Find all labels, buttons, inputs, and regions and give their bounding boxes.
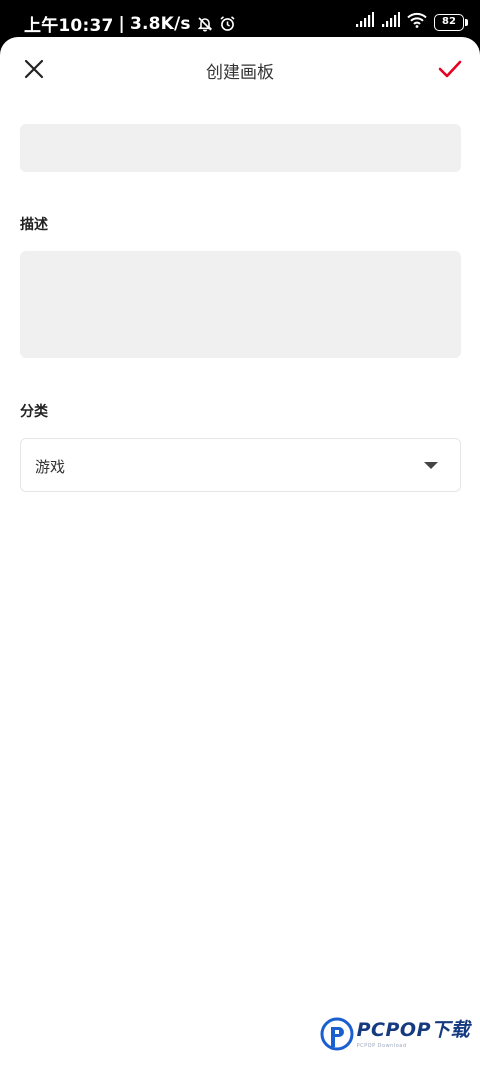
signal-icon (355, 12, 374, 32)
network-speed: 3.8K/s (129, 13, 191, 34)
watermark-text: PCPOP下载 PCPOP Download (356, 1019, 470, 1050)
status-right: 82 (355, 12, 468, 32)
page-title: 创建画板 (206, 63, 274, 83)
description-input[interactable] (20, 251, 461, 358)
watermark-main: PCPOP下载 (356, 1019, 470, 1041)
category-label: 分类 (20, 404, 48, 420)
battery-tip (465, 18, 468, 26)
confirm-button[interactable] (434, 55, 466, 83)
pcpop-logo-icon (320, 1017, 354, 1051)
alarm-icon (219, 15, 236, 32)
description-label: 描述 (20, 217, 48, 233)
battery-icon: 82 (434, 13, 468, 31)
bell-off-icon (197, 16, 213, 32)
signal-icon (381, 12, 400, 32)
battery-level: 82 (442, 16, 456, 27)
category-select[interactable]: 游戏 (20, 438, 461, 492)
category-selected-value: 游戏 (35, 458, 66, 476)
create-board-sheet: 创建画板 描述 分类 游戏 PCPOP下载 PCPOP Download (0, 37, 480, 1067)
wifi-icon (407, 12, 427, 32)
board-name-input[interactable] (20, 124, 461, 172)
chevron-down-icon (424, 462, 438, 469)
watermark-sub: PCPOP Download (356, 1043, 407, 1049)
check-icon (438, 60, 462, 78)
status-separator: | (118, 13, 125, 34)
watermark: PCPOP下载 PCPOP Download (320, 1017, 470, 1053)
status-left: 上午10:37 | 3.8K/s (24, 11, 236, 36)
header: 创建画板 (0, 37, 480, 103)
status-time: 上午10:37 (24, 16, 114, 36)
